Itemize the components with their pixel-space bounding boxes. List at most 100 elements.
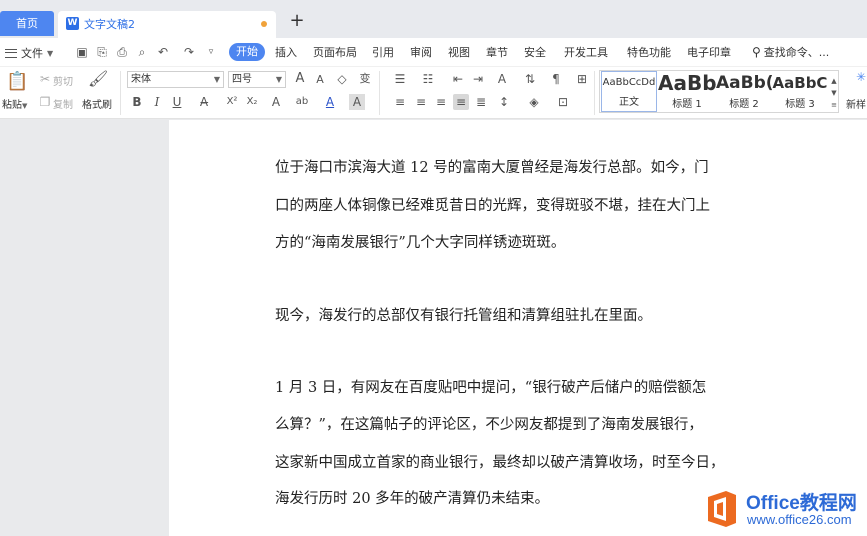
doc-line: 位于海口市滨海大道 12 号的富南大厦曾经是海发行总部。如今，门 xyxy=(275,160,709,176)
format-painter-icon: 🖌 xyxy=(88,69,109,88)
unsaved-dot-icon xyxy=(261,21,267,27)
watermark-url: www.office26.com xyxy=(747,512,852,527)
subscript-icon[interactable]: X₂ xyxy=(244,94,260,110)
style-label: 标题 3 xyxy=(785,99,815,110)
increase-indent-icon[interactable]: ⇥ xyxy=(470,71,486,87)
align-right-icon[interactable]: ≡ xyxy=(433,94,449,110)
file-menu-label: 文件 xyxy=(21,47,43,60)
align-left-icon[interactable]: ≡ xyxy=(392,94,408,110)
command-search-label: 查找命令、... xyxy=(763,46,830,59)
distributed-align-icon[interactable]: ≣ xyxy=(473,94,489,110)
save-icon[interactable]: ▣ xyxy=(74,44,90,60)
style-heading-3[interactable]: AaBbC 标题 3 xyxy=(772,71,828,112)
ribbon-divider xyxy=(120,71,121,115)
cut-button[interactable]: 剪切 xyxy=(53,73,73,88)
italic-button[interactable]: I xyxy=(149,94,165,110)
shrink-font-icon[interactable]: A xyxy=(312,72,328,88)
grow-font-icon[interactable]: A xyxy=(292,71,308,87)
ribbon-toolbar: 📋 粘贴▼ ✂ 剪切 ❐ 复制 🖌 格式刷 宋体 ▼ 四号 ▼ A A ◇ 变 … xyxy=(0,67,867,119)
chinese-layout-icon[interactable]: A xyxy=(494,71,510,87)
menu-item-view[interactable]: 视图 xyxy=(448,45,470,61)
tab-document-title: 文字文稿2 xyxy=(84,18,135,31)
menu-item-dev-tools[interactable]: 开发工具 xyxy=(564,45,608,61)
doc-line: 1 月 3 日，有网友在百度贴吧中提问，“银行破产后储户的赔偿额怎 xyxy=(275,380,707,396)
undo-icon[interactable]: ↶ xyxy=(155,44,171,60)
numbered-list-icon[interactable]: ☷ xyxy=(420,71,436,87)
paste-button[interactable]: 粘贴▼ xyxy=(2,96,27,111)
paste-icon[interactable]: 📋 xyxy=(6,71,28,93)
underline-button[interactable]: U xyxy=(169,94,185,110)
phonetic-guide-icon[interactable]: 变 xyxy=(357,71,373,87)
print-icon[interactable]: ⎙ xyxy=(114,44,130,60)
menu-item-e-seal[interactable]: 电子印章 xyxy=(687,45,731,61)
menu-item-features[interactable]: 特色功能 xyxy=(627,45,671,61)
redo-icon[interactable]: ↷ xyxy=(181,44,197,60)
customize-dropdown-icon[interactable]: ▿ xyxy=(203,44,219,60)
font-color-icon[interactable]: A xyxy=(322,94,338,110)
strikethrough-icon[interactable]: A̶ xyxy=(196,94,212,110)
char-shading-icon[interactable]: A xyxy=(349,94,365,110)
menu-item-section[interactable]: 章节 xyxy=(486,45,508,61)
office-logo-icon xyxy=(708,491,736,527)
show-hide-marks-icon[interactable]: ¶ xyxy=(548,71,564,87)
tab-document[interactable]: W 文字文稿2 xyxy=(58,11,276,38)
copy-button[interactable]: 复制 xyxy=(53,96,73,111)
style-preview: AaBbC xyxy=(772,74,828,92)
watermark-title: Office教程网 xyxy=(746,493,857,514)
superscript-icon[interactable]: X² xyxy=(224,94,240,110)
menu-item-insert[interactable]: 插入 xyxy=(275,45,297,61)
paste-label: 粘贴 xyxy=(2,100,22,111)
new-tab-button[interactable]: + xyxy=(287,11,307,33)
font-name-value: 宋体 xyxy=(131,74,151,85)
menu-item-security[interactable]: 安全 xyxy=(524,45,546,61)
tab-home[interactable]: 首页 xyxy=(0,11,54,36)
writer-doc-icon: W xyxy=(66,17,79,30)
site-watermark: Office教程网 www.office26.com xyxy=(700,488,865,534)
ribbon-divider xyxy=(379,71,380,115)
style-heading-1[interactable]: AaBb 标题 1 xyxy=(658,71,716,112)
doc-line: 口的两座人体铜像已经难觅昔日的光辉，变得斑驳不堪，挂在大门上 xyxy=(275,198,710,214)
new-style-icon: ✳ xyxy=(855,70,867,84)
copy-icon: ❐ xyxy=(39,95,51,109)
new-style-button[interactable]: 新样 xyxy=(846,96,866,111)
font-size-select[interactable]: 四号 ▼ xyxy=(228,71,286,88)
menu-item-home[interactable]: 开始 xyxy=(229,43,265,61)
highlight-icon[interactable]: ab xyxy=(294,94,310,110)
font-size-value: 四号 xyxy=(232,74,252,85)
style-preview: AaBbCcDd xyxy=(602,77,656,88)
search-icon: ⚲ xyxy=(752,45,761,59)
bullet-list-icon[interactable]: ☰ xyxy=(392,71,408,87)
menu-item-references[interactable]: 引用 xyxy=(372,45,394,61)
doc-line: 现今，海发行的总部仅有银行托管组和清算组驻扎在里面。 xyxy=(275,308,652,324)
print-preview-icon[interactable]: ⌕ xyxy=(134,44,150,60)
paste-dropdown-icon: ▼ xyxy=(22,102,28,110)
font-name-select[interactable]: 宋体 ▼ xyxy=(127,71,224,88)
decrease-indent-icon[interactable]: ⇤ xyxy=(450,71,466,87)
chevron-down-icon: ▼ xyxy=(213,75,220,84)
borders-icon[interactable]: ⊡ xyxy=(555,94,571,110)
sort-icon[interactable]: ⇅ xyxy=(522,71,538,87)
menu-item-review[interactable]: 审阅 xyxy=(410,45,432,61)
align-center-icon[interactable]: ≡ xyxy=(413,94,429,110)
bold-button[interactable]: B xyxy=(129,94,145,110)
text-effect-icon[interactable]: A xyxy=(268,94,284,110)
output-icon[interactable]: ⎘ xyxy=(94,44,110,60)
style-normal[interactable]: AaBbCcDd 正文 xyxy=(601,71,657,112)
format-painter-button[interactable]: 格式刷 xyxy=(82,96,112,111)
shading-icon[interactable]: ◈ xyxy=(526,94,542,110)
file-menu[interactable]: 文件 ▼ xyxy=(5,44,53,62)
clear-format-icon[interactable]: ◇ xyxy=(334,71,350,87)
style-heading-2[interactable]: AaBb( 标题 2 xyxy=(716,71,772,112)
cut-icon: ✂ xyxy=(39,72,51,86)
line-spacing-icon[interactable]: ↕ xyxy=(496,94,512,110)
style-label: 正文 xyxy=(619,97,639,108)
command-search[interactable]: ⚲ 查找命令、... xyxy=(752,44,829,60)
chevron-down-icon: ▼ xyxy=(47,48,54,58)
menu-item-page-layout[interactable]: 页面布局 xyxy=(313,45,357,61)
style-preview: AaBb xyxy=(658,71,716,95)
menu-bar: 文件 ▼ ▣ ⎘ ⎙ ⌕ ↶ ↷ ▿ 开始 插入 页面布局 引用 审阅 视图 章… xyxy=(0,38,867,67)
justify-icon[interactable]: ≡ xyxy=(453,94,469,110)
document-page[interactable] xyxy=(169,120,867,536)
table-icon[interactable]: ⊞ xyxy=(574,71,590,87)
more-styles-icon[interactable]: ≡ xyxy=(829,97,839,113)
